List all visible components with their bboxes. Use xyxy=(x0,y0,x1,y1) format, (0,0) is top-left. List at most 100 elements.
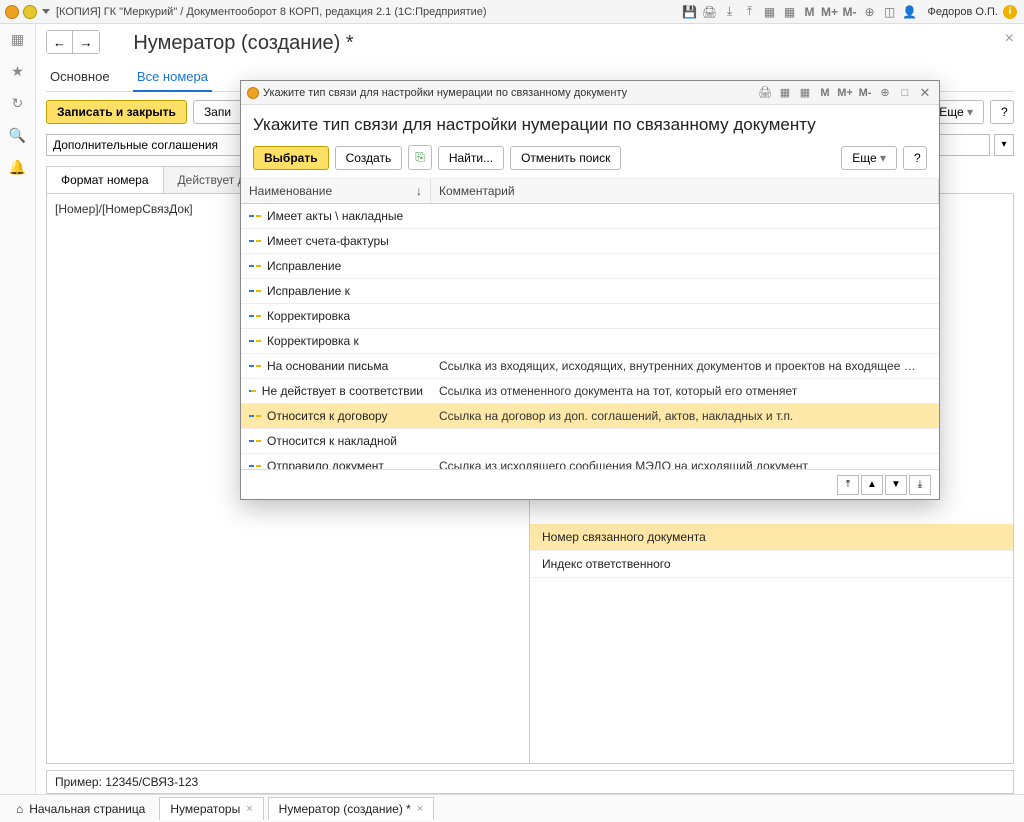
th-comment[interactable]: Комментарий xyxy=(431,179,939,203)
table-row[interactable]: Имеет счета-фактуры xyxy=(241,229,939,254)
link-type-icon xyxy=(249,461,261,469)
row-name: Отправило документ xyxy=(267,459,384,469)
link-type-icon xyxy=(249,211,261,221)
footer-tab-numerators[interactable]: Нумераторы × xyxy=(159,797,263,820)
nav-first-button[interactable]: ⤒ xyxy=(837,475,859,495)
row-name: Имеет акты \ накладные xyxy=(267,209,403,223)
help-button[interactable]: ? xyxy=(990,100,1014,124)
row-comment xyxy=(431,304,939,328)
dlg-mminus-icon[interactable]: M- xyxy=(857,85,873,101)
dlg-cancel-find-button[interactable]: Отменить поиск xyxy=(510,146,621,170)
footer-tab-numerator-create[interactable]: Нумератор (создание) * × xyxy=(268,797,435,820)
user-label[interactable]: Федоров О.П. xyxy=(928,6,999,18)
row-name: Относится к договору xyxy=(267,409,388,423)
info-icon[interactable]: i xyxy=(1002,4,1018,20)
table-row[interactable]: На основании письмаСсылка из входящих, и… xyxy=(241,354,939,379)
table-row[interactable]: Отправило документ Ссылка из исходящего с… xyxy=(241,454,939,469)
cloud-up-icon[interactable]: ⤒ xyxy=(742,4,758,20)
nav-last-button[interactable]: ⤓ xyxy=(909,475,931,495)
table-row[interactable]: Исправление xyxy=(241,254,939,279)
dlg-help-button[interactable]: ? xyxy=(903,146,927,170)
m-plus-icon[interactable]: M+ xyxy=(822,4,838,20)
dlg-maximize-icon[interactable]: □ xyxy=(897,85,913,101)
th-name[interactable]: Наименование↓ xyxy=(241,179,431,203)
close-icon[interactable]: × xyxy=(246,803,252,815)
table-row[interactable]: Исправление к xyxy=(241,279,939,304)
dlg-m-icon[interactable]: M xyxy=(817,85,833,101)
row-comment xyxy=(431,279,939,303)
cloud-down-icon[interactable]: ⤓ xyxy=(722,4,738,20)
dlg-create-folder-button[interactable]: ⎘ xyxy=(408,145,432,170)
table-row[interactable]: Относится к накладной xyxy=(241,429,939,454)
link-type-icon xyxy=(249,261,261,271)
tab-number-format[interactable]: Формат номера xyxy=(46,166,164,193)
dlg-cal2-icon[interactable]: ▦ xyxy=(797,85,813,101)
bell-icon[interactable]: 🔔 xyxy=(9,158,27,176)
app-logo-icon xyxy=(4,4,20,20)
close-icon[interactable]: × xyxy=(417,803,423,815)
table-row[interactable]: Имеет акты \ накладные xyxy=(241,204,939,229)
dlg-find-button[interactable]: Найти... xyxy=(438,146,504,170)
side-nav: ▦ ★ ↻ 🔍 🔔 xyxy=(0,24,36,794)
page-close-button[interactable]: × xyxy=(1005,30,1014,48)
footer-home[interactable]: ⌂ Начальная страница xyxy=(6,798,155,820)
app-titlebar: [КОПИЯ] ГК "Меркурий" / Документооборот … xyxy=(0,0,1024,24)
dlg-select-button[interactable]: Выбрать xyxy=(253,146,329,170)
dlg-more-button[interactable]: Еще xyxy=(841,146,897,170)
save-and-close-button[interactable]: Записать и закрыть xyxy=(46,100,187,124)
subnav-main[interactable]: Основное xyxy=(46,63,114,90)
row-comment xyxy=(431,229,939,253)
star-icon[interactable]: ★ xyxy=(9,62,27,80)
footer-tabs: ⌂ Начальная страница Нумераторы × Нумера… xyxy=(0,794,1024,822)
dlg-cal1-icon[interactable]: ▦ xyxy=(777,85,793,101)
dialog-table: Наименование↓ Комментарий Имеет акты \ н… xyxy=(241,179,939,469)
row-comment xyxy=(431,329,939,353)
table-row[interactable]: Корректировка к xyxy=(241,329,939,354)
row-name: Исправление xyxy=(267,259,341,273)
app-menu-icon[interactable] xyxy=(22,4,38,20)
history-icon[interactable]: ↻ xyxy=(9,94,27,112)
search-icon[interactable]: 🔍 xyxy=(9,126,27,144)
nav-back-button[interactable]: ← xyxy=(47,31,73,53)
table-header: Наименование↓ Комментарий xyxy=(241,179,939,204)
placeholder-linked-doc-number[interactable]: Номер связанного документа xyxy=(530,524,1013,551)
save-icon[interactable]: 💾 xyxy=(682,4,698,20)
row-comment: Ссылка из входящих, исходящих, внутренни… xyxy=(431,354,939,378)
zoom-icon[interactable]: ⊕ xyxy=(862,4,878,20)
dialog-cmdbar: Выбрать Создать ⎘ Найти... Отменить поис… xyxy=(241,141,939,179)
dlg-zoom-icon[interactable]: ⊕ xyxy=(877,85,893,101)
split-icon[interactable]: ◫ xyxy=(882,4,898,20)
template-text: [Номер]/[НомерСвязДок] xyxy=(55,202,193,216)
table-row[interactable]: Относится к договоруСсылка на договор из… xyxy=(241,404,939,429)
save-button[interactable]: Запи xyxy=(193,100,242,124)
placeholder-responsible-index[interactable]: Индекс ответственного xyxy=(530,551,1013,578)
field-dropdown-button[interactable]: ▾ xyxy=(994,134,1014,156)
apps-grid-icon[interactable]: ▦ xyxy=(9,30,27,48)
row-comment xyxy=(431,204,939,228)
row-comment: Ссылка из исходящего сообщения МЭДО на и… xyxy=(431,454,939,469)
nav-down-button[interactable]: ▼ xyxy=(885,475,907,495)
nav-back-forward: ← → xyxy=(46,30,100,54)
dlg-print-icon[interactable]: 🖨 xyxy=(757,85,773,101)
titlebar-tools: 💾 🖨 ⤓ ⤒ ▦ ▦ M M+ M- ⊕ ◫ 👤 Федоров О.П. i xyxy=(682,4,1021,20)
print-icon[interactable]: 🖨 xyxy=(702,4,718,20)
dialog-logo-icon xyxy=(247,87,259,99)
chevron-down-icon[interactable] xyxy=(42,9,50,14)
row-name: Не действует в соответствии xyxy=(262,384,423,398)
m-icon[interactable]: M xyxy=(802,4,818,20)
calendar-icon[interactable]: ▦ xyxy=(762,4,778,20)
nav-forward-button[interactable]: → xyxy=(73,31,99,53)
dlg-mplus-icon[interactable]: M+ xyxy=(837,85,853,101)
dlg-close-icon[interactable]: ✕ xyxy=(917,85,933,101)
dlg-create-button[interactable]: Создать xyxy=(335,146,403,170)
subnav-all-numbers[interactable]: Все номера xyxy=(133,63,212,92)
m-minus-icon[interactable]: M- xyxy=(842,4,858,20)
link-type-icon xyxy=(249,361,261,371)
link-type-icon xyxy=(249,336,261,346)
table-row[interactable]: Не действует в соответствииСсылка из отм… xyxy=(241,379,939,404)
table-row[interactable]: Корректировка xyxy=(241,304,939,329)
calendar2-icon[interactable]: ▦ xyxy=(782,4,798,20)
dialog-footer: ⤒ ▲ ▼ ⤓ xyxy=(241,469,939,499)
nav-up-button[interactable]: ▲ xyxy=(861,475,883,495)
link-type-icon xyxy=(249,311,261,321)
